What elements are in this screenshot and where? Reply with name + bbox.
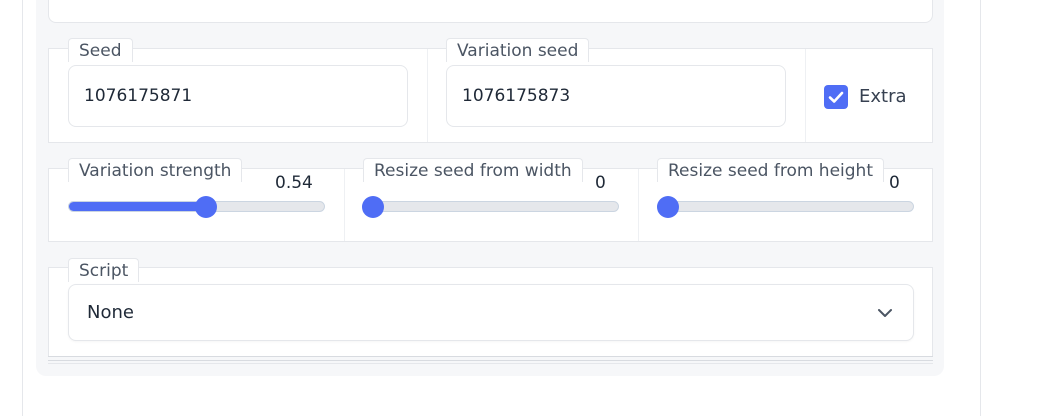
section-separator xyxy=(48,363,933,364)
resize-seed-height-value: 0 xyxy=(889,173,900,193)
resize-seed-width-track[interactable] xyxy=(362,201,619,212)
seed-row-divider xyxy=(805,49,806,142)
seed-input[interactable]: 1076175871 xyxy=(68,65,408,127)
script-selected-value: None xyxy=(87,302,134,323)
resize-seed-height-thumb[interactable] xyxy=(657,196,679,218)
variation-strength-label: Variation strength xyxy=(68,158,243,182)
seed-label: Seed xyxy=(68,38,133,62)
slider-row-divider xyxy=(638,169,639,241)
extra-checkbox[interactable] xyxy=(824,85,848,109)
resize-seed-width-thumb[interactable] xyxy=(362,196,384,218)
previous-section-box xyxy=(48,0,933,23)
seed-row-divider xyxy=(427,49,428,142)
slider-row-divider xyxy=(344,169,345,241)
extra-label: Extra xyxy=(859,86,907,107)
section-separator xyxy=(48,360,933,361)
resize-seed-height-track[interactable] xyxy=(657,201,914,212)
variation-seed-label: Variation seed xyxy=(446,38,590,62)
left-divider xyxy=(22,0,23,416)
resize-seed-height-label: Resize seed from height xyxy=(657,158,884,182)
script-label: Script xyxy=(68,258,140,282)
variation-strength-fill xyxy=(69,202,207,211)
variation-strength-thumb[interactable] xyxy=(194,196,217,218)
variation-seed-input[interactable]: 1076175873 xyxy=(446,65,786,127)
resize-seed-width-label: Resize seed from width xyxy=(363,158,583,182)
check-icon xyxy=(828,91,844,103)
right-divider xyxy=(980,0,981,416)
chevron-down-icon xyxy=(878,309,892,317)
variation-strength-value: 0.54 xyxy=(275,173,313,193)
section-separator xyxy=(48,356,933,357)
resize-seed-width-value: 0 xyxy=(595,173,606,193)
script-dropdown[interactable]: None xyxy=(68,284,914,341)
